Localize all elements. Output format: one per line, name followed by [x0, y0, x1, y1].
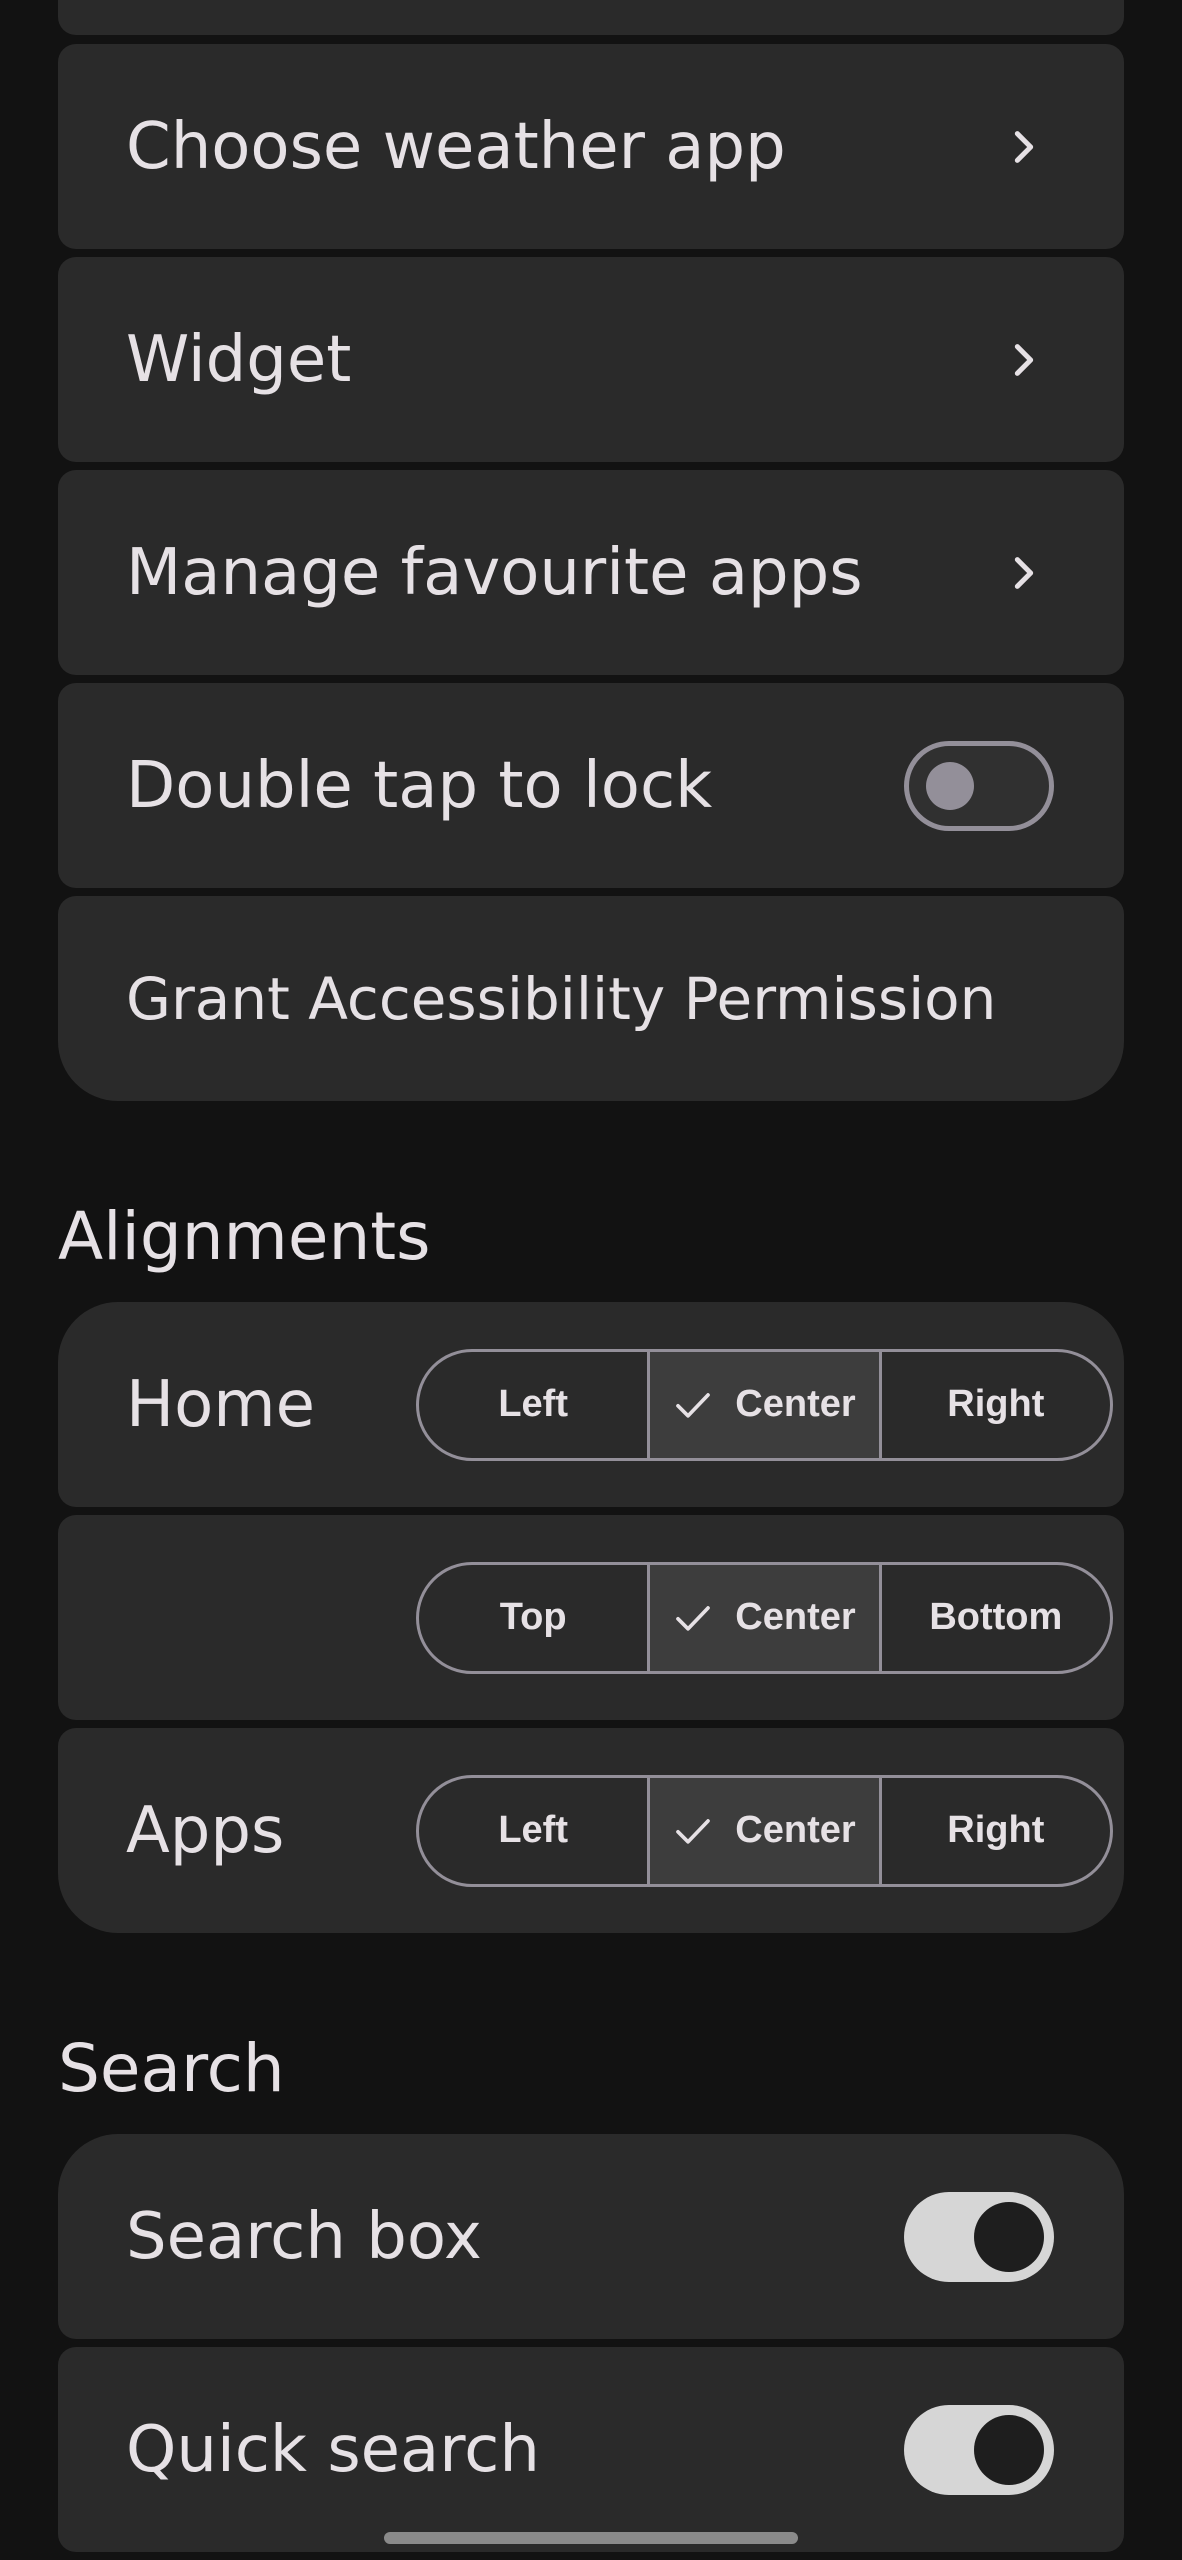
quick-search-label: Quick search — [126, 2412, 540, 2487]
home-vertical-alignment-selector: Top Center Bottom — [416, 1561, 1113, 1674]
gesture-navigation-bar[interactable] — [384, 2532, 798, 2544]
home-align-left-button[interactable]: Left — [419, 1352, 647, 1458]
toggle-knob — [974, 2201, 1044, 2272]
search-box-toggle[interactable] — [904, 2191, 1054, 2282]
choose-weather-app-label: Choose weather app — [126, 109, 786, 184]
apps-alignment-row: Apps Left Center Right — [58, 1728, 1124, 1933]
home-vertical-alignment-row: Top Center Bottom — [58, 1515, 1124, 1720]
option-label: Left — [498, 1809, 568, 1851]
option-label: Center — [735, 1383, 856, 1425]
choose-weather-app-item[interactable]: Choose weather app — [58, 44, 1124, 249]
search-box-label: Search box — [126, 2199, 482, 2274]
search-box-item[interactable]: Search box — [58, 2134, 1124, 2339]
chevron-right-icon — [1014, 556, 1034, 589]
double-tap-to-lock-item[interactable]: Double tap to lock — [58, 683, 1124, 888]
apps-align-right-button[interactable]: Right — [878, 1777, 1110, 1884]
home-align-top-button[interactable]: Top — [419, 1565, 647, 1671]
home-horizontal-alignment-selector: Left Center Right — [416, 1348, 1113, 1461]
apps-alignment-selector: Left Center Right — [416, 1774, 1113, 1887]
settings-card-partial — [58, 0, 1124, 35]
option-label: Left — [498, 1383, 568, 1425]
chevron-right-icon — [1014, 343, 1034, 376]
toggle-knob — [974, 2414, 1044, 2485]
widget-label: Widget — [126, 322, 352, 397]
home-alignment-row: Home Left Center Right — [58, 1302, 1124, 1507]
check-icon — [676, 1605, 711, 1631]
home-align-right-button[interactable]: Right — [878, 1351, 1110, 1458]
check-icon — [676, 1818, 711, 1844]
apps-align-center-button[interactable]: Center — [647, 1777, 879, 1884]
home-align-center-button[interactable]: Center — [647, 1351, 879, 1458]
alignments-section-title: Alignments — [58, 1198, 431, 1275]
manage-favourite-apps-label: Manage favourite apps — [126, 535, 863, 610]
double-tap-to-lock-toggle[interactable] — [904, 740, 1054, 831]
option-label: Bottom — [929, 1596, 1063, 1638]
widget-item[interactable]: Widget — [58, 257, 1124, 462]
option-label: Right — [947, 1383, 1045, 1425]
toggle-knob — [926, 761, 974, 810]
option-label: Top — [499, 1596, 567, 1638]
home-align-vcenter-button[interactable]: Center — [647, 1564, 879, 1671]
home-alignment-label: Home — [126, 1367, 315, 1442]
grant-accessibility-permission-label: Grant Accessibility Permission — [126, 964, 997, 1033]
option-label: Center — [735, 1809, 856, 1851]
chevron-right-icon — [1014, 130, 1034, 163]
manage-favourite-apps-item[interactable]: Manage favourite apps — [58, 470, 1124, 675]
check-icon — [676, 1392, 711, 1418]
quick-search-toggle[interactable] — [904, 2404, 1054, 2495]
option-label: Right — [947, 1809, 1045, 1851]
double-tap-to-lock-label: Double tap to lock — [126, 748, 713, 823]
quick-search-item[interactable]: Quick search — [58, 2347, 1124, 2552]
apps-align-left-button[interactable]: Left — [419, 1778, 647, 1884]
apps-alignment-label: Apps — [126, 1793, 285, 1868]
grant-accessibility-permission-item[interactable]: Grant Accessibility Permission — [58, 896, 1124, 1101]
search-section-title: Search — [58, 2030, 285, 2107]
option-label: Center — [735, 1596, 856, 1638]
home-align-bottom-button[interactable]: Bottom — [878, 1564, 1110, 1671]
